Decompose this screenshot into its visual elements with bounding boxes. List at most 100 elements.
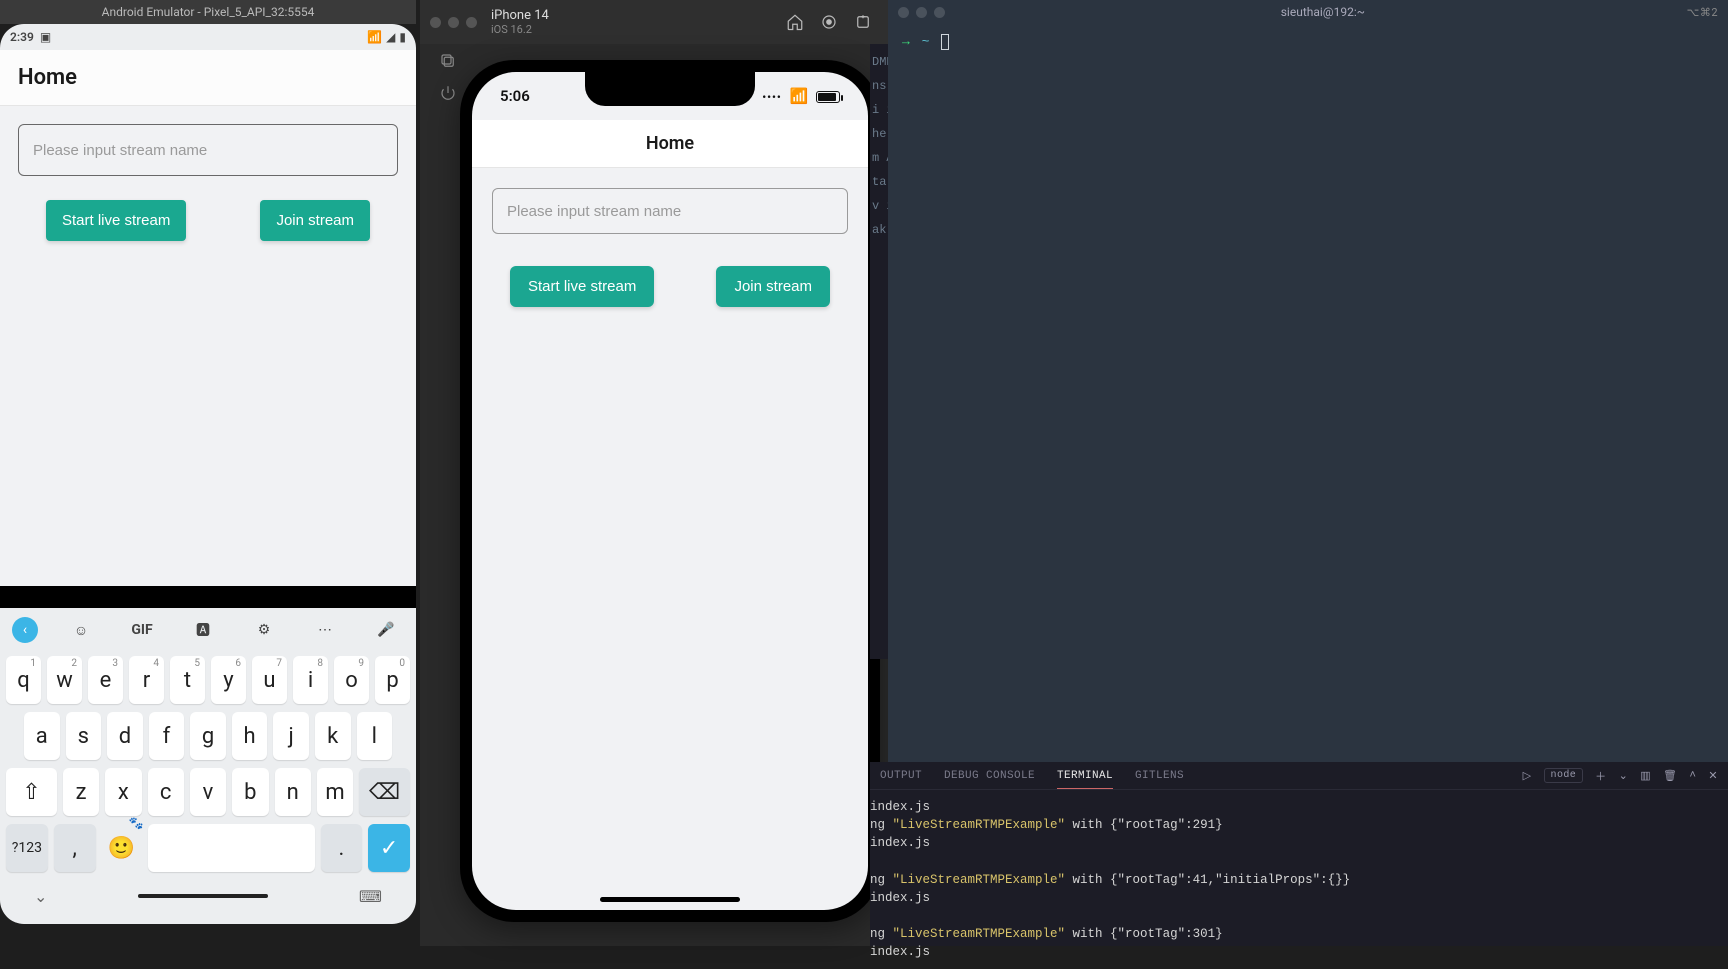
- panel-tab-output[interactable]: OUTPUT: [880, 770, 922, 782]
- android-status-time: 2:39: [10, 30, 34, 44]
- close-dot[interactable]: [898, 7, 909, 18]
- runner-label[interactable]: node: [1544, 768, 1584, 783]
- key-t[interactable]: t5: [170, 656, 205, 704]
- join-stream-button[interactable]: Join stream: [260, 200, 370, 241]
- stream-name-input[interactable]: [492, 188, 848, 234]
- key-k[interactable]: k: [315, 712, 351, 760]
- android-emulator-window: Android Emulator - Pixel_5_API_32:5554 2…: [0, 0, 416, 946]
- terminal-window: sieuthai@192:~ ⌥⌘2 → ~: [888, 0, 1728, 762]
- dropdown-icon[interactable]: ⌄: [1619, 769, 1629, 783]
- home-icon[interactable]: [778, 5, 812, 39]
- more-icon[interactable]: ⋯: [307, 612, 343, 648]
- window-traffic-lights[interactable]: [430, 17, 477, 28]
- minimize-dot[interactable]: [916, 7, 927, 18]
- key-m[interactable]: m: [317, 768, 353, 816]
- key-c[interactable]: c: [148, 768, 184, 816]
- vscode-panel-tabs: OUTPUT DEBUG CONSOLE TERMINAL GITLENS ▷ nod…: [870, 762, 1728, 790]
- key-y[interactable]: y6: [211, 656, 246, 704]
- zoom-dot[interactable]: [934, 7, 945, 18]
- key-n[interactable]: n: [275, 768, 311, 816]
- close-dot[interactable]: [430, 17, 441, 28]
- shift-key[interactable]: ⇧: [6, 768, 57, 816]
- zoom-dot[interactable]: [466, 17, 477, 28]
- terminal-launch-icon[interactable]: ▷: [1523, 769, 1532, 783]
- key-s[interactable]: s: [66, 712, 102, 760]
- join-stream-button[interactable]: Join stream: [716, 266, 830, 307]
- keyboard-collapse-icon[interactable]: ⌄: [34, 887, 47, 906]
- panel-tab-debug-console[interactable]: DEBUG CONSOLE: [944, 770, 1035, 782]
- window-traffic-lights[interactable]: [898, 7, 945, 18]
- trash-icon[interactable]: 🗑: [1663, 769, 1677, 783]
- key-p[interactable]: p0: [375, 656, 410, 704]
- android-keyboard: ‹ ☺ GIF 🅰 ⚙ ⋯ 🎤 q1w2e3r4t5y6u7i8o9p0 asd…: [0, 608, 416, 924]
- translate-icon[interactable]: 🅰: [185, 612, 221, 648]
- comma-key[interactable]: ,: [54, 824, 96, 872]
- close-icon[interactable]: ✕: [1708, 769, 1718, 783]
- split-icon[interactable]: ▥: [1640, 769, 1651, 783]
- record-icon[interactable]: [812, 5, 846, 39]
- android-window-title: Android Emulator - Pixel_5_API_32:5554: [0, 0, 416, 24]
- key-e[interactable]: e3: [88, 656, 123, 704]
- key-o[interactable]: o9: [334, 656, 369, 704]
- key-l[interactable]: l: [357, 712, 393, 760]
- key-g[interactable]: g: [190, 712, 226, 760]
- android-status-bar: 2:39 ▣ 📶 ◢ ▮: [0, 24, 416, 50]
- chevron-up-icon[interactable]: ˄: [1689, 770, 1696, 782]
- panel-tab-gitlens[interactable]: GITLENS: [1135, 770, 1184, 782]
- key-x[interactable]: x: [105, 768, 141, 816]
- android-home-bar[interactable]: [138, 894, 268, 898]
- key-b[interactable]: b: [232, 768, 268, 816]
- iphone-frame: 5:06 •••• 📶 Home Start live stream Join …: [460, 60, 880, 922]
- period-key[interactable]: .: [321, 824, 363, 872]
- keyboard-row-4: ?123 , 🙂🐾 . ✓: [0, 820, 416, 882]
- keyboard-nav-row: ⌄ ⌨: [0, 882, 416, 910]
- key-h[interactable]: h: [232, 712, 268, 760]
- battery-icon: [816, 91, 840, 103]
- settings-icon[interactable]: ⚙: [246, 612, 282, 648]
- numeric-key[interactable]: ?123: [6, 824, 48, 872]
- key-d[interactable]: d: [107, 712, 143, 760]
- key-v[interactable]: v: [190, 768, 226, 816]
- add-terminal-icon[interactable]: ＋: [1595, 768, 1606, 784]
- iphone-screen: 5:06 •••• 📶 Home Start live stream Join …: [472, 72, 868, 910]
- backspace-key[interactable]: ⌫: [359, 768, 410, 816]
- panel-tab-terminal[interactable]: TERMINAL: [1057, 770, 1113, 789]
- wifi-icon: 📶: [367, 30, 382, 44]
- android-content: Start live stream Join stream: [0, 106, 416, 586]
- key-f[interactable]: f: [149, 712, 185, 760]
- emoji-key[interactable]: 🙂🐾: [102, 824, 142, 872]
- keyboard-switch-icon[interactable]: ⌨: [359, 887, 382, 906]
- power-icon[interactable]: [433, 82, 463, 104]
- cellular-icon: ••••: [762, 91, 782, 104]
- enter-key[interactable]: ✓: [368, 824, 410, 872]
- space-key[interactable]: [148, 824, 315, 872]
- keyboard-back-icon[interactable]: ‹: [12, 617, 38, 643]
- minimize-dot[interactable]: [448, 17, 459, 28]
- terminal-cursor: [941, 34, 949, 50]
- vscode-terminal-output[interactable]: index.js ng "LiveStreamRTMPExample" with…: [870, 790, 1728, 969]
- debug-icon: ▣: [40, 30, 51, 44]
- key-z[interactable]: z: [63, 768, 99, 816]
- mic-icon[interactable]: 🎤: [368, 612, 404, 648]
- key-r[interactable]: r4: [129, 656, 164, 704]
- key-a[interactable]: a: [24, 712, 60, 760]
- gif-button[interactable]: GIF: [124, 612, 160, 648]
- key-j[interactable]: j: [273, 712, 309, 760]
- copy-icon[interactable]: [433, 50, 463, 72]
- sticker-icon[interactable]: ☺: [63, 612, 99, 648]
- terminal-body[interactable]: → ~: [888, 24, 1728, 60]
- start-live-stream-button[interactable]: Start live stream: [510, 266, 654, 307]
- ios-simulator-window: iPhone 14 iOS 16.2 5:06 •••• �: [420, 0, 890, 946]
- key-i[interactable]: i8: [293, 656, 328, 704]
- stream-name-input[interactable]: [18, 124, 398, 176]
- terminal-shortcut: ⌥⌘2: [1687, 6, 1718, 19]
- screenshot-icon[interactable]: [846, 5, 880, 39]
- android-appbar: Home: [0, 50, 416, 106]
- start-live-stream-button[interactable]: Start live stream: [46, 200, 186, 241]
- key-w[interactable]: w2: [47, 656, 82, 704]
- iphone-home-indicator[interactable]: [600, 897, 740, 902]
- keyboard-row-3: ⇧ zxcvbnm ⌫: [0, 764, 416, 820]
- key-q[interactable]: q1: [6, 656, 41, 704]
- key-u[interactable]: u7: [252, 656, 287, 704]
- battery-icon: ▮: [399, 30, 406, 44]
